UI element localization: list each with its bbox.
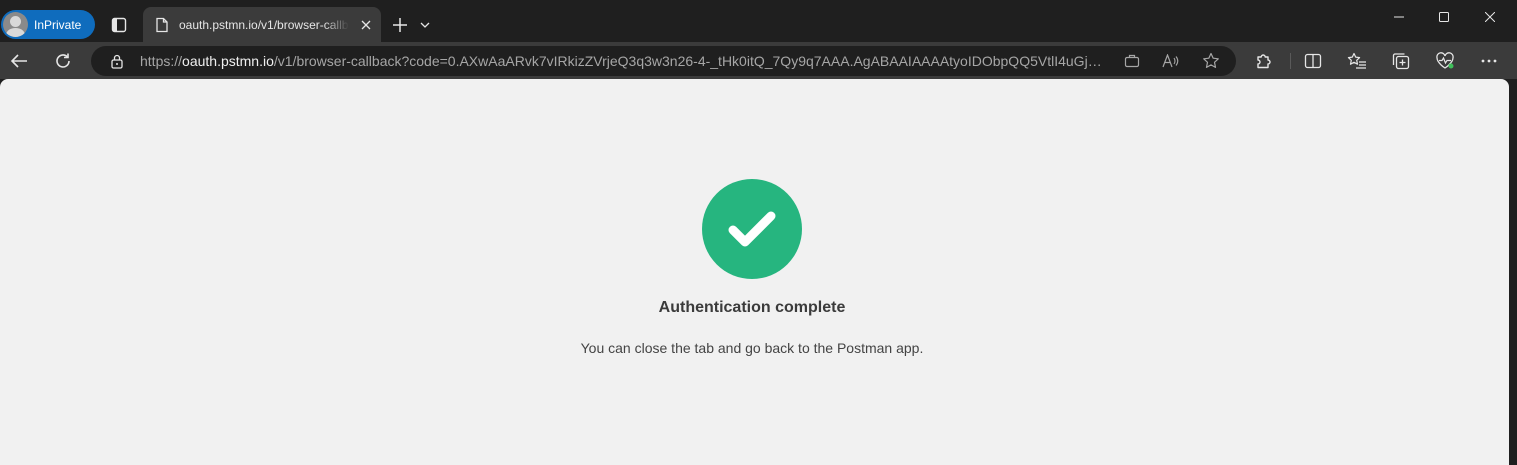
avatar <box>3 12 28 37</box>
tab-actions-icon <box>111 17 127 33</box>
read-aloud-button[interactable] <box>1160 50 1182 72</box>
lock-icon[interactable] <box>109 53 125 69</box>
refresh-icon <box>56 53 70 68</box>
browser-essentials-button[interactable] <box>1431 47 1459 75</box>
new-tab-button[interactable] <box>389 14 411 36</box>
back-icon <box>10 54 27 68</box>
plus-icon <box>393 18 407 32</box>
page-message: You can close the tab and go back to the… <box>580 340 924 356</box>
extensions-button[interactable] <box>1250 47 1278 75</box>
tab-actions-button[interactable] <box>106 12 132 38</box>
favorite-star-icon <box>1203 52 1219 68</box>
more-menu-icon <box>1481 59 1497 63</box>
active-tab[interactable]: oauth.pstmn.io/v1/browser-callback <box>143 7 381 43</box>
checkmark-icon <box>728 211 776 247</box>
back-button[interactable] <box>5 47 33 75</box>
extensions-icon <box>1257 54 1271 69</box>
maximize-button[interactable] <box>1421 3 1467 31</box>
app-available-icon <box>1124 54 1140 68</box>
maximize-icon <box>1439 12 1449 22</box>
page-title: Authentication complete <box>658 299 846 316</box>
tab-title: oauth.pstmn.io/v1/browser-callback <box>179 18 349 32</box>
url-path: /v1/browser-callback?code=0.AXwAaARvk7vI… <box>273 53 1110 69</box>
collections-icon <box>1392 53 1410 70</box>
refresh-button[interactable] <box>49 47 77 75</box>
browser-essentials-icon <box>1436 52 1454 69</box>
close-icon <box>1485 12 1495 22</box>
collections-button[interactable] <box>1387 47 1415 75</box>
window-close-button[interactable] <box>1467 3 1513 31</box>
minimize-icon <box>1394 16 1404 18</box>
chevron-down-icon <box>420 22 430 28</box>
tab-list-button[interactable] <box>417 16 433 34</box>
favorites-icon <box>1347 52 1366 69</box>
read-aloud-icon <box>1162 54 1179 68</box>
url-text[interactable]: https://oauth.pstmn.io/v1/browser-callba… <box>140 53 1110 69</box>
tab-close-button[interactable] <box>357 16 375 34</box>
page-icon <box>154 17 170 33</box>
favorites-button[interactable] <box>1343 47 1371 75</box>
minimize-button[interactable] <box>1376 3 1422 31</box>
success-badge <box>702 179 802 279</box>
inprivate-label: InPrivate <box>34 17 82 32</box>
address-bar[interactable]: https://oauth.pstmn.io/v1/browser-callba… <box>91 46 1236 76</box>
toolbar-divider <box>1290 53 1291 69</box>
browser-window: InPrivate oauth.pstmn.io/v1/browser-call… <box>0 0 1517 465</box>
inprivate-badge[interactable]: InPrivate <box>1 10 95 39</box>
title-bar: InPrivate oauth.pstmn.io/v1/browser-call… <box>0 0 1517 43</box>
split-screen-button[interactable] <box>1299 47 1327 75</box>
more-menu-button[interactable] <box>1475 47 1503 75</box>
url-scheme: https:// <box>140 53 183 69</box>
close-icon <box>361 20 371 30</box>
navigation-toolbar: https://oauth.pstmn.io/v1/browser-callba… <box>0 42 1517 79</box>
split-screen-icon <box>1304 53 1322 69</box>
url-host: oauth.pstmn.io <box>182 53 274 69</box>
favorite-button[interactable] <box>1200 50 1222 72</box>
page-content: Authentication complete You can close th… <box>0 79 1509 465</box>
app-available-button[interactable] <box>1121 50 1143 72</box>
